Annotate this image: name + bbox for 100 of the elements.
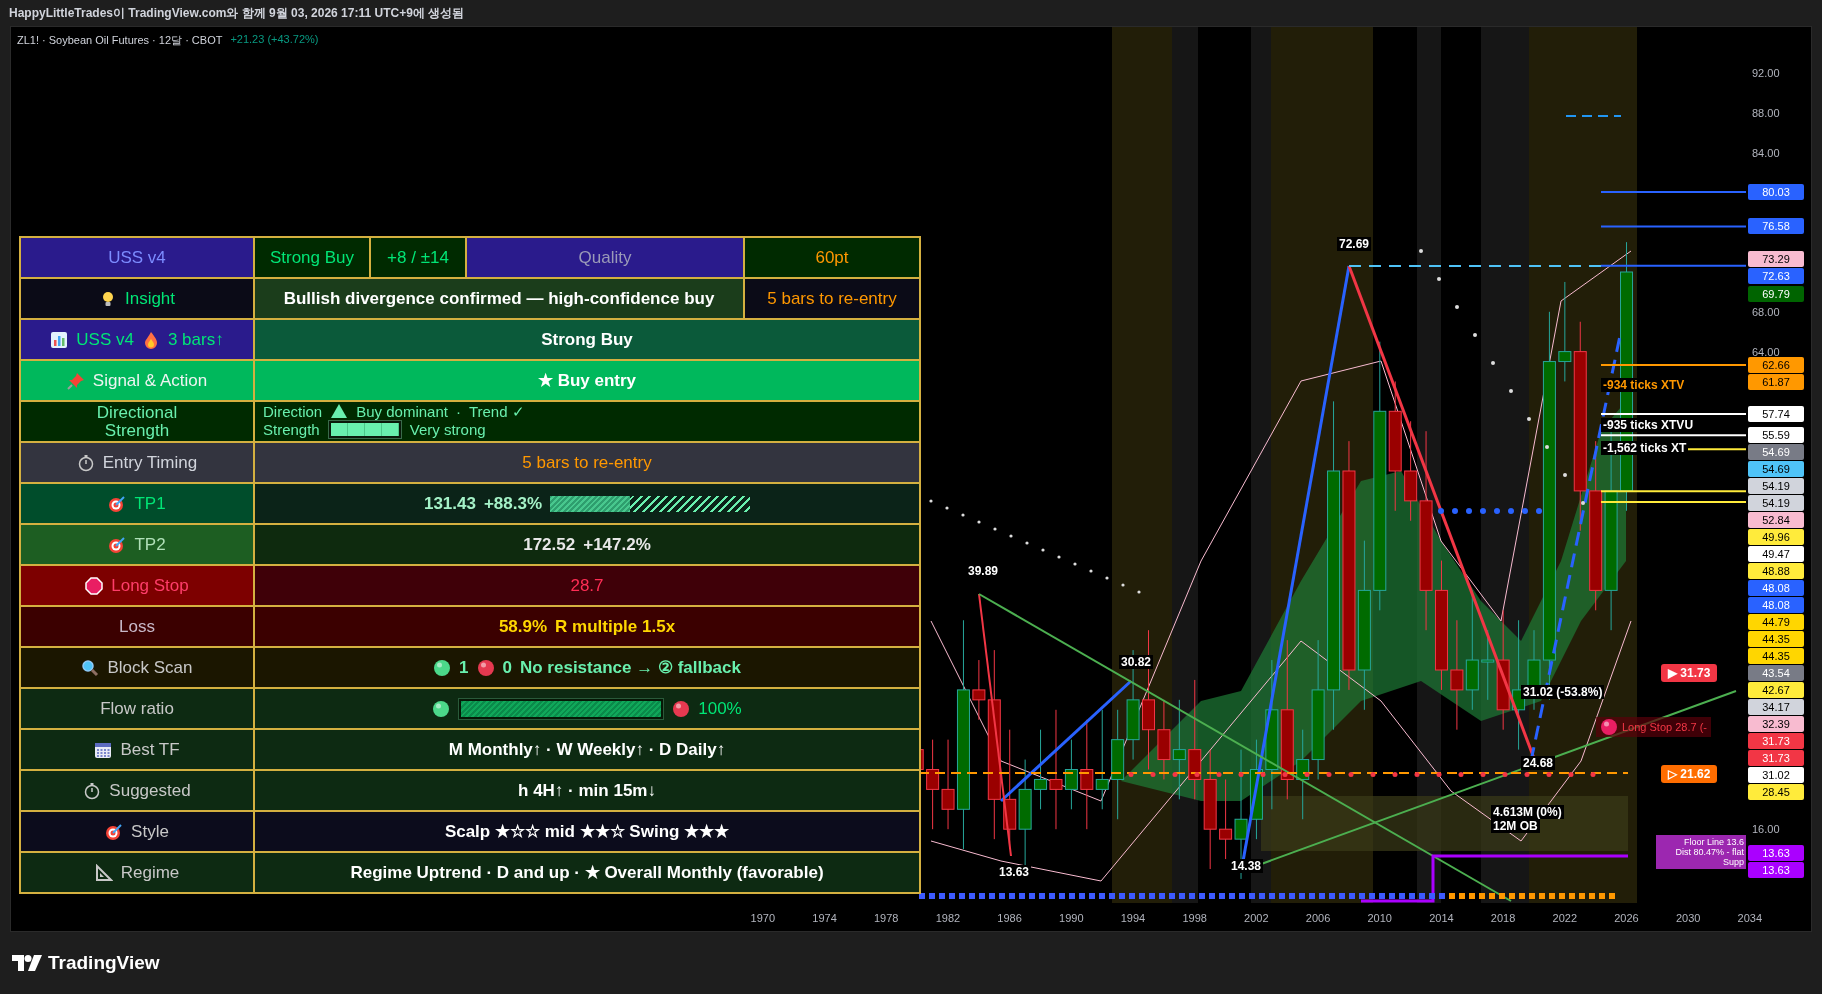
sphere-icon bbox=[433, 658, 452, 677]
price-tag: 44.35 bbox=[1748, 631, 1804, 648]
year-label: 1986 bbox=[996, 912, 1023, 924]
label-text: Regime bbox=[120, 862, 180, 883]
dashed-level-line bbox=[1565, 115, 1622, 117]
loss-text: 58.9% bbox=[498, 616, 548, 637]
target-icon bbox=[105, 822, 124, 841]
year-label: 1998 bbox=[1181, 912, 1208, 924]
year-label: 1978 bbox=[872, 912, 900, 924]
stop-text: Long Stop 28.7 (- bbox=[1622, 721, 1707, 733]
chart-annotation: 72.69 bbox=[1337, 237, 1372, 251]
price-tag: 49.96 bbox=[1748, 529, 1804, 546]
year-label: 2006 bbox=[1304, 912, 1332, 924]
chart-annotation: 13.63 bbox=[997, 865, 1032, 879]
target-icon bbox=[108, 535, 127, 554]
direction-label: Direction bbox=[263, 402, 323, 420]
label-text: TP2 bbox=[134, 534, 166, 555]
chart-annotation: 30.82 bbox=[1119, 655, 1154, 669]
header-cell: USS v4 bbox=[21, 238, 253, 277]
year-label: 2026 bbox=[1613, 912, 1640, 924]
sphere-icon bbox=[432, 699, 451, 718]
label-text: Entry Timing bbox=[102, 452, 198, 473]
label-text: Style bbox=[131, 821, 169, 842]
price-tag: 54.69 bbox=[1748, 461, 1804, 478]
sphere-icon bbox=[476, 658, 495, 677]
value-cell: 28.7 bbox=[255, 566, 919, 605]
price-tick: 16.00 bbox=[1752, 823, 1780, 836]
symbol-text: ZL1! · Soybean Oil Futures · 12달 · CBOT bbox=[17, 33, 223, 48]
price-tag: 80.03 bbox=[1748, 184, 1804, 201]
chart-annotation: 12M OB bbox=[1491, 819, 1540, 833]
price-text: 131.43 bbox=[423, 493, 476, 514]
price-text: 172.52 bbox=[523, 534, 576, 555]
label-text: Insight bbox=[124, 288, 176, 309]
price-tag: 44.35 bbox=[1748, 648, 1804, 665]
price-tick: 88.00 bbox=[1752, 106, 1780, 119]
price-tick: 68.00 bbox=[1752, 305, 1780, 318]
sphere-icon bbox=[672, 699, 691, 718]
chart-annotation: 24.68 bbox=[1521, 756, 1556, 770]
price-tag: 31.73 bbox=[1748, 733, 1804, 750]
price-tick: 64.00 bbox=[1752, 345, 1780, 358]
price-tag: 48.08 bbox=[1748, 580, 1804, 597]
price-tag: 42.67 bbox=[1748, 682, 1804, 699]
value-cell: M Monthly↑ · W Weekly↑ · D Daily↑ bbox=[255, 730, 919, 769]
year-label: 1974 bbox=[811, 912, 838, 924]
price-tag: 31.02 bbox=[1748, 767, 1804, 784]
streak-text: 3 bars↑ bbox=[167, 329, 224, 350]
value-cell: 5 bars to re-entry bbox=[255, 443, 919, 482]
price-tag: 13.63 bbox=[1748, 861, 1804, 878]
message-cell: Bullish divergence confirmed — high-confidence buy bbox=[255, 279, 743, 318]
sphere-icon bbox=[1600, 718, 1618, 736]
search-icon bbox=[81, 658, 100, 677]
price-tag: 44.79 bbox=[1748, 614, 1804, 631]
strength-text: Very strong bbox=[409, 421, 486, 438]
price-tag: 55.59 bbox=[1748, 427, 1804, 444]
chart-annotation: 39.89 bbox=[966, 564, 1001, 578]
chart-annotation: 31.02 (-53.8%) bbox=[1521, 685, 1605, 699]
value-cell: h 4H↑ · min 15m↓ bbox=[255, 771, 919, 810]
triangle-icon bbox=[330, 402, 349, 420]
year-label: 2002 bbox=[1243, 912, 1270, 924]
target-icon bbox=[108, 494, 127, 513]
note-cell: 5 bars to re-entry bbox=[745, 279, 919, 318]
price-tag: 48.08 bbox=[1748, 597, 1804, 614]
price-tag: 54.19 bbox=[1748, 478, 1804, 495]
calendar-icon bbox=[94, 740, 113, 759]
strength-label: Strength bbox=[263, 421, 320, 438]
price-tag: 62.66 bbox=[1748, 356, 1804, 373]
pushpin-icon bbox=[66, 371, 85, 390]
label-text: USS v4 bbox=[76, 329, 134, 350]
label-text: TP1 bbox=[134, 493, 166, 514]
price-callout: ▷ 21.62 bbox=[1661, 765, 1718, 783]
price-tick: 92.00 bbox=[1752, 67, 1780, 79]
value-cell: ★ Buy entry bbox=[255, 361, 919, 400]
price-callout: ▶ 31.73 bbox=[1661, 664, 1718, 682]
count-text: 1 bbox=[459, 657, 469, 678]
trend-text: Trend ✓ bbox=[468, 402, 525, 420]
label-text: Directional Strength bbox=[95, 403, 179, 440]
logo-icon bbox=[12, 955, 42, 971]
price-tag: 31.73 bbox=[1748, 750, 1804, 767]
price-tag: 54.69 bbox=[1748, 444, 1804, 461]
value-cell: Strong Buy bbox=[255, 320, 919, 359]
floor-text: Dist 80.47% - flat bbox=[1675, 847, 1744, 857]
header-cell: +8 / ±14 bbox=[371, 238, 465, 277]
count-text: 0 bbox=[502, 657, 512, 678]
r-multiple-text: R multiple 1.5x bbox=[555, 616, 676, 637]
price-tag: 32.39 bbox=[1748, 716, 1804, 733]
price-tick: 84.00 bbox=[1752, 146, 1780, 159]
brand-text: TradingView bbox=[48, 952, 160, 974]
price-tag: 49.47 bbox=[1748, 546, 1804, 563]
chart-annotation: 14.38 bbox=[1229, 859, 1264, 873]
ratio-text: 100% bbox=[698, 698, 742, 719]
label-text: Best TF bbox=[120, 739, 180, 760]
chart-annotation: 4.613M (0%) bbox=[1491, 805, 1564, 819]
change-text: +21.23 (+43.72%) bbox=[230, 33, 319, 47]
price-tag: 69.79 bbox=[1748, 286, 1804, 302]
bar-chart-icon bbox=[50, 330, 69, 349]
header-text: HappyLittleTrades이 TradingView.com와 함께 9월 03, 2026 17:11 UTC+9에 생성됨 bbox=[9, 4, 465, 22]
price-tag: 52.84 bbox=[1748, 512, 1804, 529]
price-tag: 73.29 bbox=[1748, 251, 1804, 268]
price-tag: 54.19 bbox=[1748, 495, 1804, 512]
label-text: Suggested bbox=[109, 780, 191, 801]
